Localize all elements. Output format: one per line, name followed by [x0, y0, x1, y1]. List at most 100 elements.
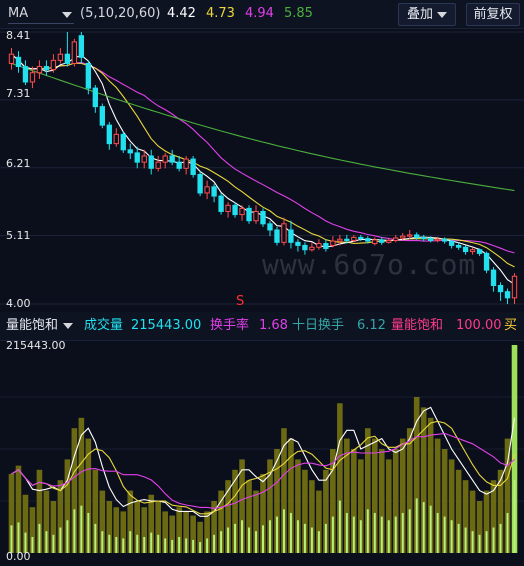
- overlay-button[interactable]: 叠加: [398, 3, 456, 26]
- candle: [218, 192, 224, 215]
- candle: [50, 54, 57, 73]
- volume-inner-bar: [220, 531, 223, 553]
- candle: [504, 288, 511, 304]
- candle: [36, 60, 43, 79]
- candle: [134, 146, 140, 169]
- volume-inner-bar: [394, 516, 397, 553]
- volume-indicator-label: 量能饱和: [6, 318, 59, 333]
- candle: [155, 155, 161, 172]
- price-axis-label-4: 5.11: [6, 229, 31, 242]
- volume-inner-bar: [59, 527, 62, 553]
- overlay-label: 叠加: [406, 7, 433, 22]
- candle: [511, 273, 518, 304]
- volume-inner-bar: [227, 527, 230, 553]
- volume-inner-bar: [73, 509, 76, 553]
- candle: [267, 220, 273, 237]
- candle: [232, 202, 238, 218]
- candle: [483, 251, 490, 274]
- turnover-value: 1.68: [259, 318, 288, 333]
- volume-inner-bar: [94, 523, 97, 553]
- price-axis-bottom: 4.00: [6, 297, 31, 310]
- volume-inner-bar: [352, 516, 355, 553]
- saturation-value: 100.00: [456, 318, 502, 333]
- candle: [120, 131, 126, 153]
- volume-inner-bar: [185, 538, 188, 553]
- volume-inner-bar: [10, 525, 13, 553]
- volume-inner-bar: [429, 505, 432, 553]
- volume-inner-bar: [387, 520, 390, 553]
- volume-inner-bar: [408, 509, 411, 553]
- candle: [15, 51, 22, 73]
- buy-signal-label: 买: [504, 318, 518, 333]
- chevron-down-icon: [62, 12, 72, 18]
- volume-indicator-select[interactable]: 量能饱和: [6, 318, 74, 334]
- ma5-value: 4.42: [167, 6, 196, 21]
- volume-inner-bar: [499, 523, 502, 553]
- volume-inner-bar: [366, 509, 369, 553]
- candle: [8, 48, 15, 70]
- volume-inner-bar: [213, 534, 216, 553]
- volume-inner-bar: [324, 523, 327, 553]
- volume-inner-bar: [87, 512, 90, 553]
- price-axis-top: 8.41: [6, 29, 31, 42]
- candle: [78, 32, 85, 64]
- price-axis-label-3: 6.21: [6, 157, 31, 170]
- price-header-bar: MA (5,10,20,60) 4.42 4.73 4.94 5.85 叠加 前…: [0, 0, 524, 29]
- volume-inner-bar: [115, 536, 118, 553]
- volume-inner-bar: [122, 538, 125, 553]
- volume-inner-bar: [241, 520, 244, 553]
- volume-inner-bar: [150, 532, 153, 553]
- volume-inner-bar: [206, 538, 209, 553]
- volume-inner-bar: [303, 523, 306, 553]
- volume-header-bar: 量能饱和 成交量 215443.00 换手率 1.68 十日换手 6.12 量能…: [0, 312, 524, 341]
- turnover-label: 换手率: [210, 318, 250, 333]
- ma-params: (5,10,20,60): [80, 6, 161, 21]
- volume-inner-bar: [450, 520, 453, 553]
- candle: [169, 149, 175, 166]
- candle: [92, 85, 98, 113]
- volume-inner-bar: [401, 512, 404, 553]
- adjust-button[interactable]: 前复权: [466, 3, 520, 26]
- candle: [476, 248, 483, 256]
- candle: [225, 202, 231, 218]
- volume-inner-bar: [317, 531, 320, 553]
- volume-inner-bar: [101, 531, 104, 553]
- candle: [274, 226, 280, 246]
- volume-chart[interactable]: [0, 341, 524, 563]
- volume-inner-bar: [422, 502, 425, 553]
- volume-inner-bar: [38, 523, 41, 553]
- volume-inner-bar: [506, 512, 509, 553]
- volume-inner-bar: [338, 500, 341, 553]
- indicator-select[interactable]: MA: [8, 6, 74, 24]
- volume-inner-bar: [373, 512, 376, 553]
- volume-inner-bar: [129, 531, 132, 553]
- candle: [281, 217, 287, 246]
- chevron-down-icon: [437, 11, 447, 18]
- candle: [71, 38, 78, 67]
- candle: [64, 32, 71, 67]
- candle: [148, 149, 154, 175]
- volume-inner-bar: [415, 498, 418, 553]
- volume-inner-bar: [464, 527, 467, 553]
- volume-inner-bar: [345, 512, 348, 553]
- volume-inner-bar: [234, 523, 237, 553]
- volume-inner-bar: [282, 509, 285, 553]
- volume-axis-bottom: 0.00: [6, 550, 31, 563]
- ma20-value: 4.94: [245, 6, 274, 21]
- volume-inner-bar: [513, 480, 516, 553]
- candle: [183, 155, 189, 175]
- volume-inner-bar: [471, 531, 474, 553]
- volume-inner-bar: [199, 542, 202, 553]
- chevron-down-icon: [63, 322, 74, 329]
- volume-inner-bar: [178, 536, 181, 553]
- indicator-label: MA: [8, 6, 29, 21]
- volume-inner-bar: [108, 534, 111, 553]
- volume-inner-bar: [289, 512, 292, 553]
- candle: [246, 205, 252, 224]
- candle: [211, 183, 217, 203]
- volume-inner-bar: [255, 531, 258, 553]
- candle: [22, 60, 29, 86]
- ma60-value: 5.85: [284, 6, 313, 21]
- volume-inner-bar: [66, 520, 69, 553]
- volume-inner-bar: [136, 534, 139, 553]
